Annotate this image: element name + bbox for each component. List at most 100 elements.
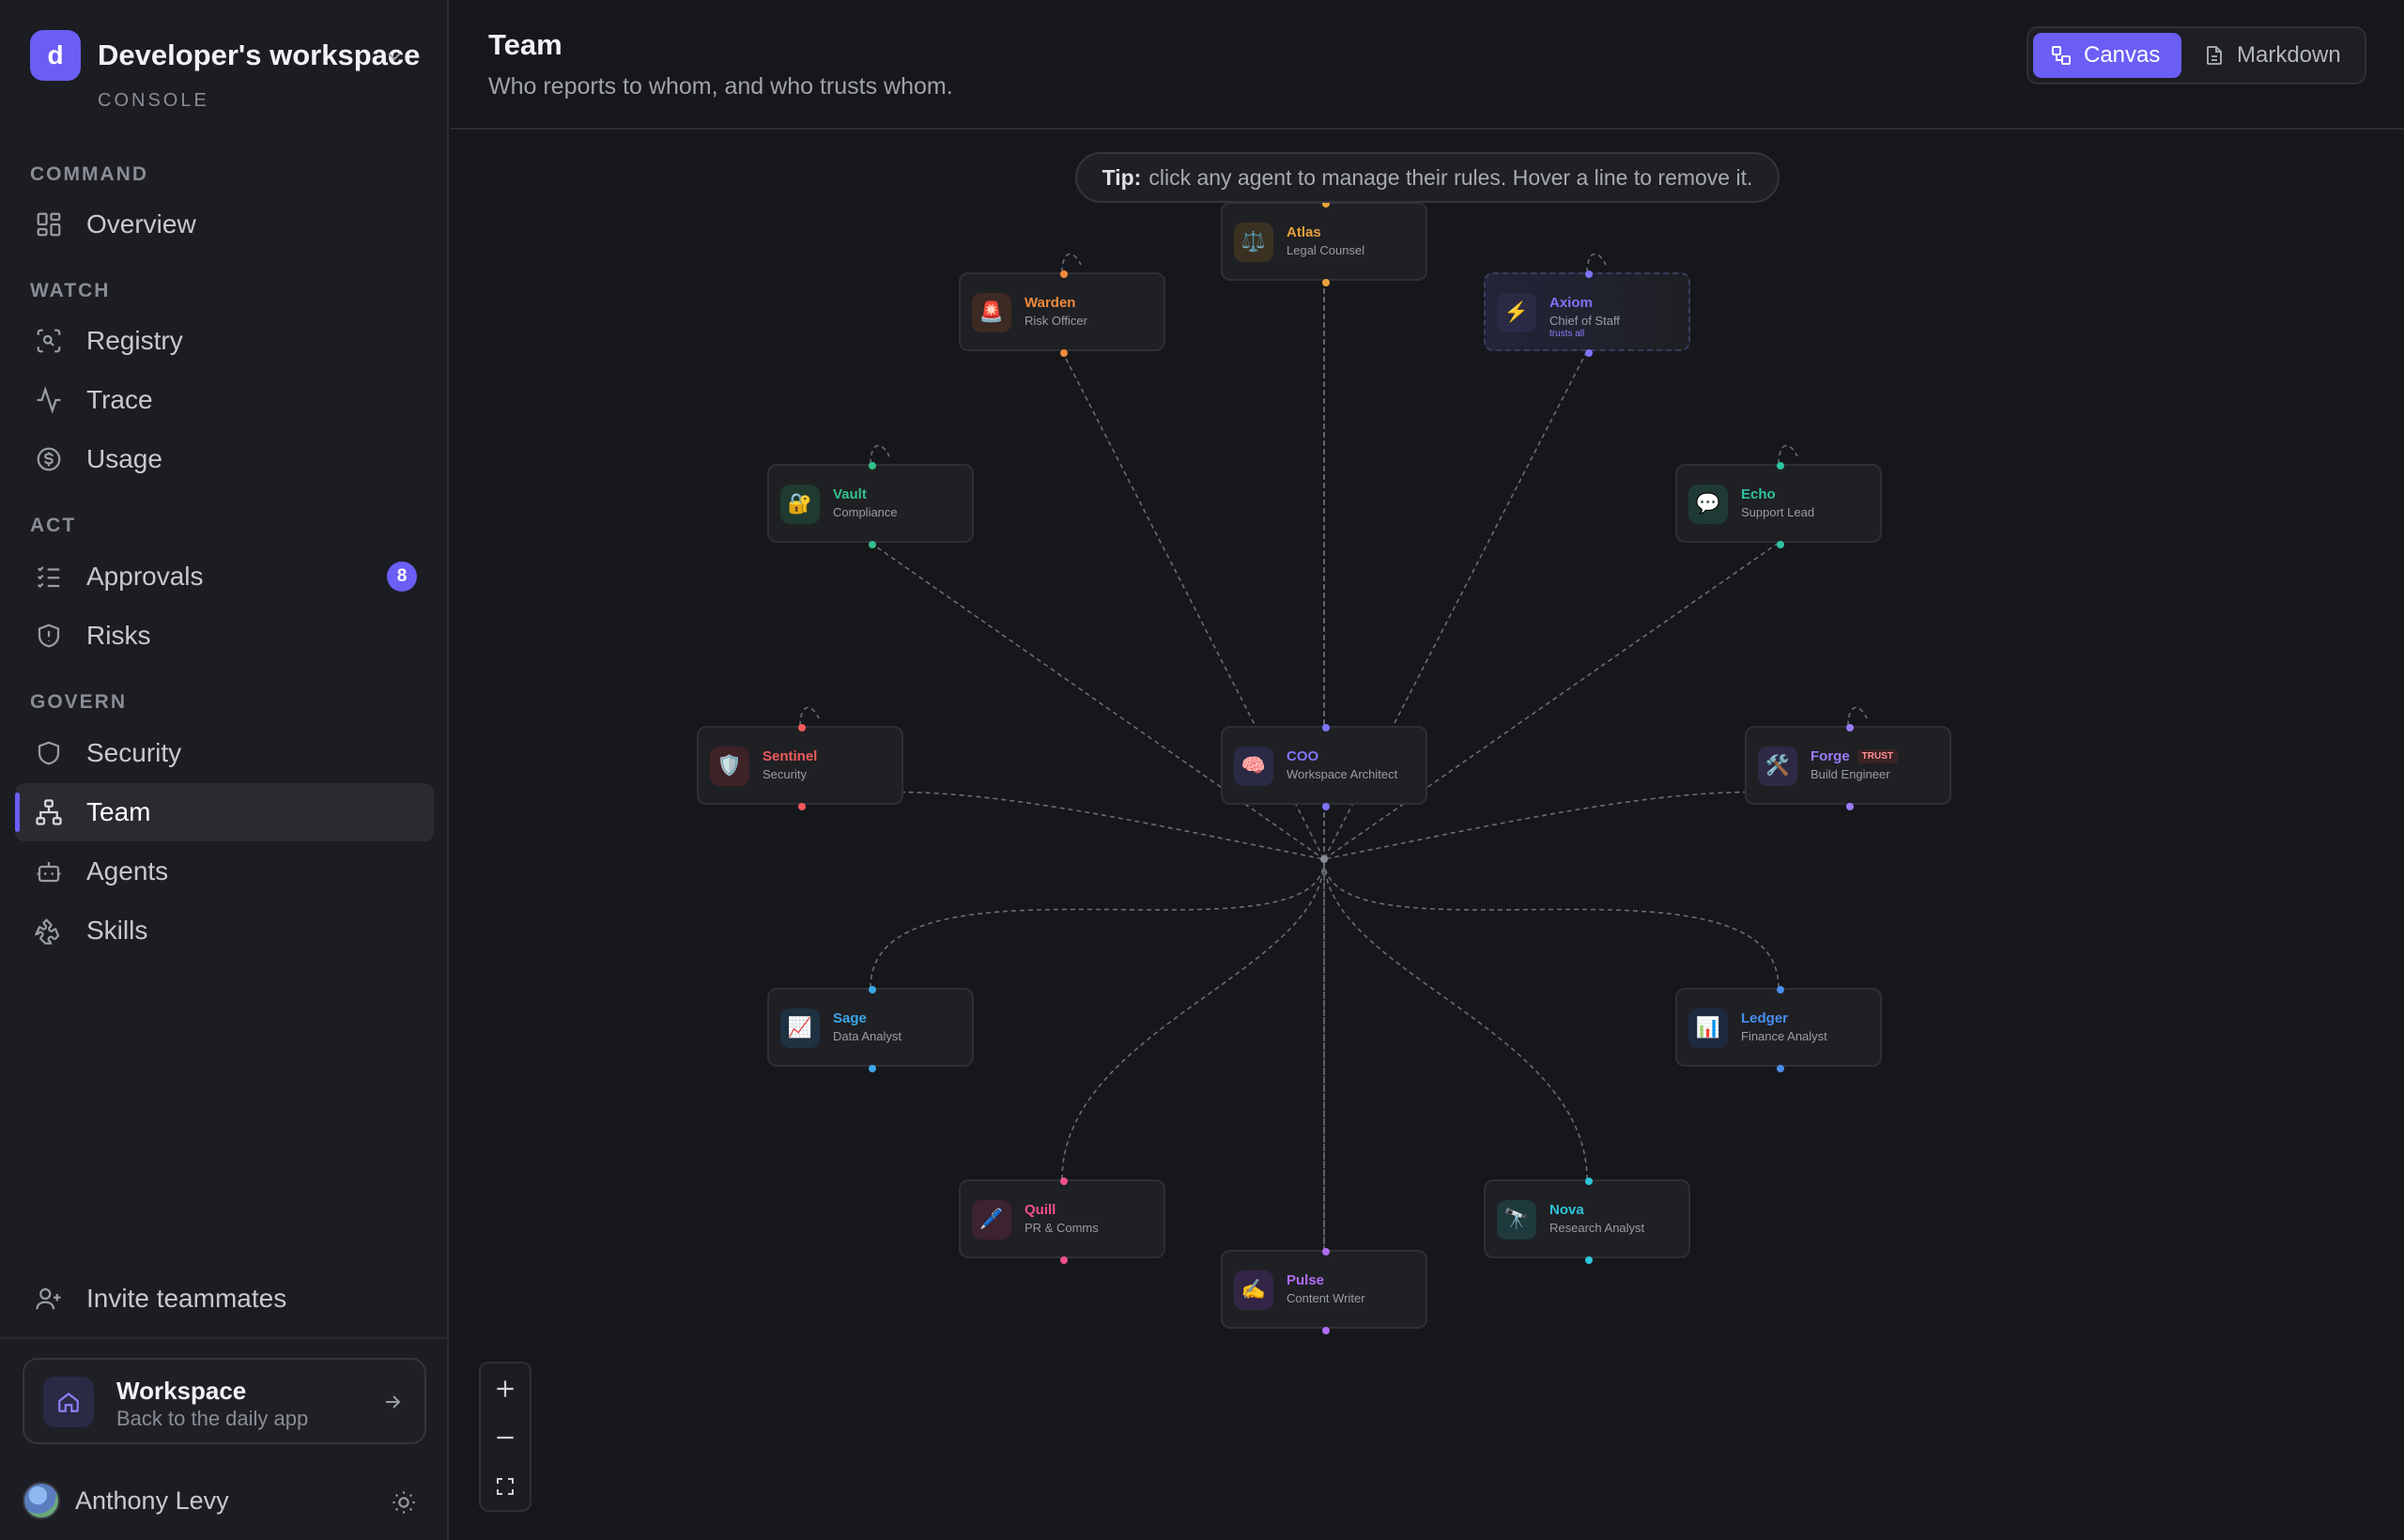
agent-name: Pulse [1287, 1272, 1324, 1288]
team-canvas[interactable]: ⚖️ Atlas Legal Counsel 🚨 Warden Risk Officer ⚡… [451, 0, 2404, 1540]
relationship-edge[interactable] [1061, 253, 1082, 273]
activity-icon [32, 383, 66, 417]
agent-name-text: Sentinel [763, 748, 818, 764]
shield-icon [32, 736, 66, 770]
agent-name: Sage [833, 1010, 867, 1026]
agent-role: Finance Analyst [1741, 1029, 1827, 1043]
agent-node-atlas[interactable]: ⚖️ Atlas Legal Counsel [1221, 200, 1427, 286]
bottom-handle[interactable] [1060, 1256, 1068, 1264]
bottom-handle[interactable] [1322, 279, 1330, 286]
agent-name-text: Quill [1025, 1202, 1056, 1218]
agent-role: Legal Counsel [1287, 243, 1365, 257]
top-handle[interactable] [869, 462, 876, 470]
approvals-count-badge: 8 [387, 562, 417, 592]
chevron-down-icon[interactable] [383, 45, 406, 68]
top-handle[interactable] [1777, 986, 1784, 993]
relationship-edge[interactable] [870, 858, 1325, 989]
theme-toggle-sun-icon[interactable] [391, 1489, 417, 1516]
zoom-out-button[interactable] [481, 1414, 530, 1461]
relationship-edge[interactable] [1778, 444, 1798, 465]
bottom-handle[interactable] [1846, 803, 1854, 810]
bottom-handle[interactable] [1585, 1256, 1593, 1264]
relationship-edge[interactable] [1323, 858, 1780, 989]
relationship-edge[interactable] [870, 542, 1325, 860]
relationship-edge[interactable] [799, 706, 820, 727]
user-name: Anthony Levy [75, 1486, 229, 1515]
bottom-handle[interactable] [1585, 349, 1593, 357]
nav-label: Risks [86, 621, 151, 650]
nav-item-skills[interactable]: Skills [15, 901, 434, 960]
agent-node-sentinel[interactable]: 🛡️ Sentinel Security [697, 724, 903, 810]
agent-node-ledger[interactable]: 📊 Ledger Finance Analyst [1675, 986, 1882, 1072]
agent-node-coo[interactable]: 🧠 COO Workspace Architect [1221, 724, 1427, 810]
nav-item-usage[interactable]: Usage [15, 430, 434, 488]
top-handle[interactable] [1846, 724, 1854, 732]
agent-node-nova[interactable]: 🔭 Nova Research Analyst [1484, 1178, 1690, 1264]
agent-avatar-icon: ⚖️ [1234, 223, 1273, 262]
nav-item-trace[interactable]: Trace [15, 371, 434, 429]
bottom-handle[interactable] [1060, 349, 1068, 357]
agent-node-echo[interactable]: 💬 Echo Support Lead [1675, 462, 1882, 548]
agent-role: Security [763, 767, 807, 781]
agent-name: Nova [1549, 1202, 1584, 1218]
agent-node-sage[interactable]: 📈 Sage Data Analyst [767, 986, 974, 1072]
agent-avatar-icon: ✍️ [1234, 1270, 1273, 1310]
nav-item-approvals[interactable]: Approvals 8 [15, 547, 434, 606]
top-handle[interactable] [1322, 1248, 1330, 1255]
relationship-edge[interactable] [870, 444, 890, 465]
top-handle[interactable] [1777, 462, 1784, 470]
agent-name: Axiom [1549, 295, 1593, 311]
agent-node-quill[interactable]: 🖊️ Quill PR & Comms [959, 1178, 1165, 1264]
divider [0, 1337, 449, 1339]
agent-name: Vault [833, 486, 867, 502]
workspace-switcher[interactable]: d Developer's workspace [30, 30, 420, 81]
workspace-link-card[interactable]: Workspace Back to the daily app [23, 1358, 426, 1444]
relationship-edge[interactable] [1061, 858, 1325, 1180]
bottom-handle[interactable] [1322, 803, 1330, 810]
agent-node-axiom[interactable]: ⚡ Axiom Chief of Staff trusts all [1484, 270, 1690, 357]
section-label-govern: GOVERN [30, 691, 128, 713]
nav-item-registry[interactable]: Registry [15, 312, 434, 370]
nav-label: Security [86, 738, 182, 767]
workspace-card-title: Workspace [116, 1377, 247, 1405]
relationship-edge[interactable] [1586, 253, 1607, 273]
nav-item-overview[interactable]: Overview [15, 195, 434, 254]
agent-node-vault[interactable]: 🔐 Vault Compliance [767, 462, 974, 548]
fit-view-button[interactable] [481, 1463, 530, 1510]
agent-node-pulse[interactable]: ✍️ Pulse Content Writer [1221, 1248, 1427, 1334]
relationship-edge[interactable] [1323, 542, 1780, 860]
bottom-handle[interactable] [1777, 541, 1784, 548]
top-handle[interactable] [1585, 270, 1593, 278]
top-handle[interactable] [1060, 1178, 1068, 1185]
bottom-handle[interactable] [869, 1065, 876, 1072]
invite-teammates-button[interactable]: Invite teammates [15, 1270, 434, 1328]
dollar-icon [32, 442, 66, 476]
bottom-handle[interactable] [1322, 1327, 1330, 1334]
top-handle[interactable] [1060, 270, 1068, 278]
user-menu[interactable]: Anthony Levy [23, 1482, 229, 1519]
top-handle[interactable] [1585, 1178, 1593, 1185]
nav-item-risks[interactable]: Risks [15, 607, 434, 665]
relationship-edge[interactable] [1323, 858, 1588, 1180]
nav-label: Overview [86, 209, 196, 239]
top-handle[interactable] [869, 986, 876, 993]
bottom-handle[interactable] [1777, 1065, 1784, 1072]
console-label: CONSOLE [98, 90, 209, 111]
top-handle[interactable] [1322, 724, 1330, 732]
nav-item-team[interactable]: Team [15, 783, 434, 841]
top-handle[interactable] [798, 724, 806, 732]
trust-badge: TRUST [1857, 749, 1899, 763]
agent-node-forge[interactable]: 🛠️ Forge TRUST Build Engineer [1745, 724, 1951, 810]
agent-avatar-icon: ⚡ [1497, 293, 1536, 332]
bottom-handle[interactable] [798, 803, 806, 810]
zoom-in-button[interactable] [481, 1365, 530, 1412]
bottom-handle[interactable] [869, 541, 876, 548]
arrow-right-icon [386, 1395, 401, 1409]
agent-node-warden[interactable]: 🚨 Warden Risk Officer [959, 270, 1165, 357]
agent-name-text: Forge [1811, 748, 1850, 764]
nav-item-security[interactable]: Security [15, 724, 434, 782]
relationship-edge[interactable] [1847, 706, 1868, 727]
agent-role: Content Writer [1287, 1291, 1365, 1305]
nav-item-agents[interactable]: Agents [15, 842, 434, 901]
section-label-watch: WATCH [30, 280, 111, 301]
